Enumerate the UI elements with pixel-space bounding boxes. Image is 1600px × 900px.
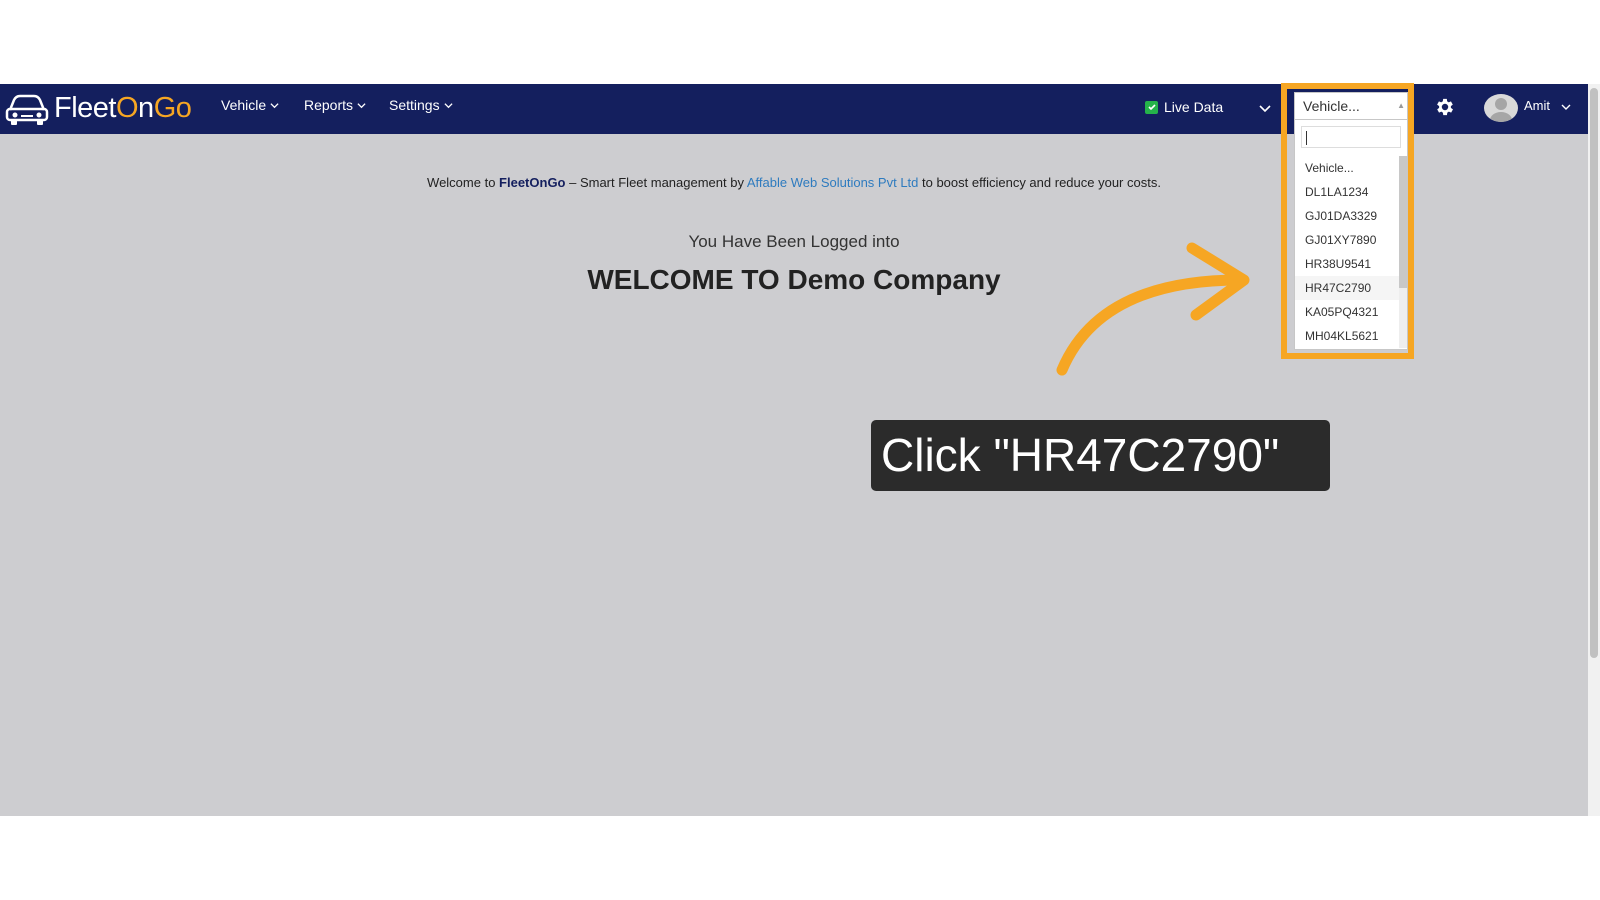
top-margin [0,0,1600,84]
user-avatar-icon [1490,98,1512,122]
checkbox-checked-icon[interactable] [1145,100,1158,114]
gear-icon[interactable] [1434,96,1456,118]
nav-settings-menu[interactable]: Settings [389,97,453,113]
nav-reports-menu[interactable]: Reports [304,97,366,113]
avatar[interactable] [1484,94,1518,122]
app-logo-text: FleetOnGo [54,91,192,124]
app-logo[interactable]: FleetOnGo [4,88,192,128]
welcome-prefix: Welcome to [427,175,500,190]
tutorial-callout: Click "HR47C2790" [871,420,1330,491]
chevron-down-icon [270,102,279,108]
welcome-suffix: to boost efficiency and reduce your cost… [918,175,1161,190]
chevron-down-icon [444,102,453,108]
tutorial-highlight-box [1281,83,1414,359]
welcome-mid: – Smart Fleet management by [565,175,747,190]
curved-arrow-icon [1056,242,1250,376]
live-data-toggle[interactable]: Live Data [1145,99,1223,115]
page-title: WELCOME TO Demo Company [587,264,1001,295]
welcome-brand: FleetOnGo [499,175,566,190]
nav-vehicle-label: Vehicle [221,97,267,113]
chevron-down-icon[interactable] [1259,102,1271,114]
nav-vehicle-menu[interactable]: Vehicle [221,97,279,113]
company-link[interactable]: Affable Web Solutions Pvt Ltd [747,175,919,190]
nav-settings-label: Settings [389,97,440,113]
welcome-message: Welcome to FleetOnGo – Smart Fleet manag… [0,175,1588,190]
live-data-label: Live Data [1164,99,1224,115]
page-scrollbar-thumb[interactable] [1590,88,1598,658]
car-icon [5,94,49,125]
logged-into-text: You Have Been Logged into [688,232,900,251]
nav-reports-label: Reports [304,97,354,113]
chevron-down-icon[interactable] [1561,102,1571,112]
chevron-down-icon [357,102,366,108]
user-name[interactable]: Amit [1524,98,1550,113]
bottom-margin [0,816,1600,900]
